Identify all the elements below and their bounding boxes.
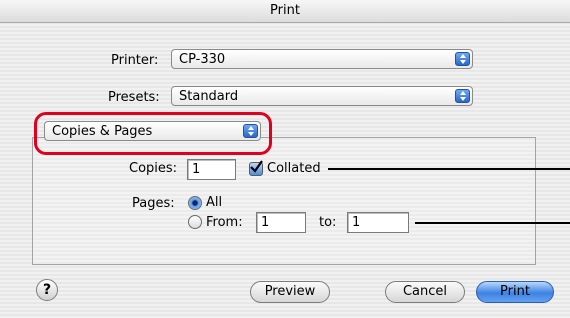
window-title: Print [270,3,300,18]
help-button[interactable]: ? [36,279,58,301]
pages-from-radio[interactable] [188,215,202,229]
checkmark-icon [250,160,263,173]
callout-line [415,222,570,224]
cancel-button[interactable]: Cancel [385,281,465,303]
title-bar[interactable]: Print [0,0,570,23]
pages-to-label: to: [319,215,337,230]
callout-line [328,168,570,170]
print-button[interactable]: Print [476,281,554,303]
presets-value: Standard [179,89,239,104]
print-dialog: Print Printer: CP-330 Presets: Standard … [0,0,570,318]
collated-checkbox[interactable] [249,160,263,176]
presets-popup[interactable]: Standard [171,86,473,106]
copies-field[interactable]: 1 [187,159,236,180]
highlight-ring [34,112,272,155]
printer-value: CP-330 [179,52,226,67]
pages-to-field[interactable]: 1 [347,212,409,233]
pages-from-label: From: [206,215,243,230]
copies-pages-panel [32,137,536,265]
collated-label: Collated [267,161,321,176]
copies-label: Copies: [129,161,178,176]
pages-from-field[interactable]: 1 [256,212,306,233]
printer-popup[interactable]: CP-330 [171,49,473,69]
printer-label: Printer: [111,53,159,68]
popup-arrows-icon [455,89,470,103]
pages-all-label: All [206,195,223,210]
preview-button[interactable]: Preview [250,281,330,303]
pages-all-radio[interactable] [188,196,202,210]
presets-label: Presets: [108,90,160,105]
popup-arrows-icon [455,52,470,66]
pages-label: Pages: [132,196,175,211]
